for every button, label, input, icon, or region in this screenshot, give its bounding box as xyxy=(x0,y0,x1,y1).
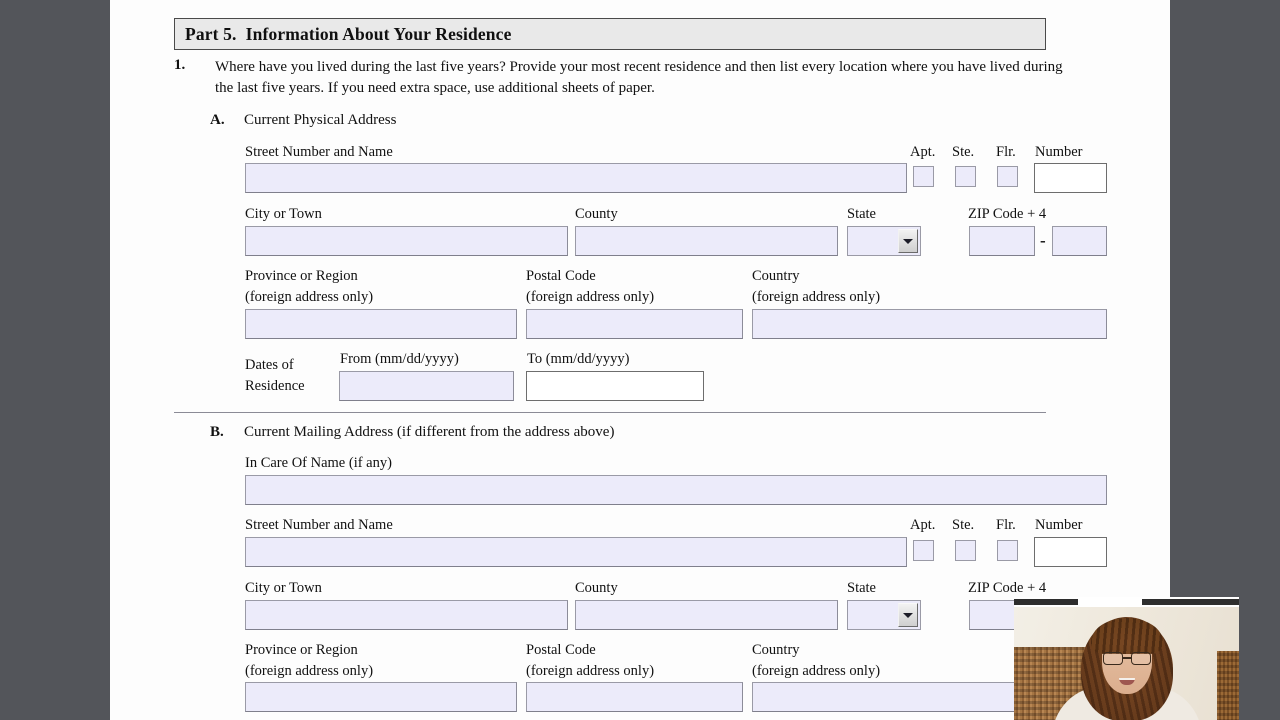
glasses-right-lens-icon xyxy=(1130,652,1151,665)
label-county-a: County xyxy=(575,206,618,222)
input-number-a[interactable] xyxy=(1034,163,1107,193)
webcam-video-overlay[interactable] xyxy=(1014,597,1239,720)
label-postal-sub-b: (foreign address only) xyxy=(526,663,655,679)
part-header-title: Part 5. Information About Your Residence xyxy=(185,23,512,44)
question-text: Where have you lived during the last fiv… xyxy=(215,59,1063,96)
section-divider xyxy=(174,412,1046,413)
input-care-of-b[interactable] xyxy=(245,475,1107,505)
label-province-sub-b: (foreign address only) xyxy=(245,663,374,679)
triangle-down-glyph xyxy=(903,612,913,618)
checkbox-apt-a[interactable] xyxy=(913,166,934,187)
input-postal-a[interactable] xyxy=(526,309,743,339)
checkbox-ste-b[interactable] xyxy=(955,540,976,561)
label-province-sub-a: (foreign address only) xyxy=(245,289,374,305)
part-header-bar: Part 5. Information About Your Residence xyxy=(174,18,1046,50)
label-number-b: Number xyxy=(1035,517,1083,533)
triangle-down-glyph xyxy=(903,238,913,244)
label-care-of-b: In Care Of Name (if any) xyxy=(245,455,392,471)
input-province-b[interactable] xyxy=(245,682,517,712)
label-province-a: Province or Region xyxy=(245,268,358,284)
webcam-top-bar-left xyxy=(1014,599,1078,605)
label-city-a: City or Town xyxy=(245,206,322,222)
checkbox-flr-a[interactable] xyxy=(997,166,1018,187)
input-city-b[interactable] xyxy=(245,600,568,630)
label-street-b: Street Number and Name xyxy=(245,517,393,533)
section-a-title: Current Physical Address xyxy=(244,112,397,128)
label-dates-line1: Dates of xyxy=(245,357,294,373)
question-number: 1. xyxy=(174,57,186,73)
label-state-a: State xyxy=(847,206,876,222)
zip-separator-a: - xyxy=(1040,231,1046,250)
input-zip5-a[interactable] xyxy=(969,226,1035,256)
section-a-letter: A. xyxy=(210,112,225,128)
input-street-a[interactable] xyxy=(245,163,907,193)
glasses-bridge-icon xyxy=(1122,657,1131,659)
label-apt-b: Apt. xyxy=(910,517,936,533)
label-country-a: Country xyxy=(752,268,800,284)
input-to-date-a[interactable] xyxy=(526,371,704,401)
input-province-a[interactable] xyxy=(245,309,517,339)
label-postal-a: Postal Code xyxy=(526,268,596,284)
label-flr-b: Flr. xyxy=(996,517,1016,533)
dropdown-state-a[interactable] xyxy=(847,226,921,256)
label-country-sub-a: (foreign address only) xyxy=(752,289,881,305)
label-ste-a: Ste. xyxy=(952,144,975,160)
section-b-letter: B. xyxy=(210,424,224,440)
checkbox-apt-b[interactable] xyxy=(913,540,934,561)
label-postal-sub-a: (foreign address only) xyxy=(526,289,655,305)
label-province-b: Province or Region xyxy=(245,642,358,658)
label-flr-a: Flr. xyxy=(996,144,1016,160)
label-from-a: From (mm/dd/yyyy) xyxy=(340,351,459,367)
question-1: 1. Where have you lived during the last … xyxy=(174,57,1074,98)
label-postal-b: Postal Code xyxy=(526,642,596,658)
label-zip-a: ZIP Code + 4 xyxy=(968,206,1047,222)
checkbox-flr-b[interactable] xyxy=(997,540,1018,561)
label-country-sub-b: (foreign address only) xyxy=(752,663,881,679)
label-country-b: Country xyxy=(752,642,800,658)
input-county-a[interactable] xyxy=(575,226,838,256)
label-state-b: State xyxy=(847,580,876,596)
input-from-date-a[interactable] xyxy=(339,371,514,401)
pdf-form-page: Part 5. Information About Your Residence… xyxy=(110,0,1170,720)
input-county-b[interactable] xyxy=(575,600,838,630)
input-zip4-a[interactable] xyxy=(1052,226,1107,256)
label-city-b: City or Town xyxy=(245,580,322,596)
input-city-a[interactable] xyxy=(245,226,568,256)
chevron-down-icon[interactable] xyxy=(898,229,918,253)
screen: Part 5. Information About Your Residence… xyxy=(0,0,1280,720)
label-street-a: Street Number and Name xyxy=(245,144,393,160)
section-b-title: Current Mailing Address (if different fr… xyxy=(244,424,615,440)
webcam-top-bar-right xyxy=(1142,599,1239,605)
label-to-a: To (mm/dd/yyyy) xyxy=(527,351,630,367)
input-number-b[interactable] xyxy=(1034,537,1107,567)
input-street-b[interactable] xyxy=(245,537,907,567)
webcam-rattan-texture-right xyxy=(1217,651,1239,720)
label-apt-a: Apt. xyxy=(910,144,936,160)
label-county-b: County xyxy=(575,580,618,596)
label-dates-line2: Residence xyxy=(245,378,305,394)
input-country-a[interactable] xyxy=(752,309,1107,339)
dropdown-state-b[interactable] xyxy=(847,600,921,630)
chevron-down-icon[interactable] xyxy=(898,603,918,627)
label-ste-b: Ste. xyxy=(952,517,975,533)
checkbox-ste-a[interactable] xyxy=(955,166,976,187)
label-zip-b: ZIP Code + 4 xyxy=(968,580,1047,596)
input-postal-b[interactable] xyxy=(526,682,743,712)
label-number-a: Number xyxy=(1035,144,1083,160)
glasses-left-lens-icon xyxy=(1102,652,1123,665)
